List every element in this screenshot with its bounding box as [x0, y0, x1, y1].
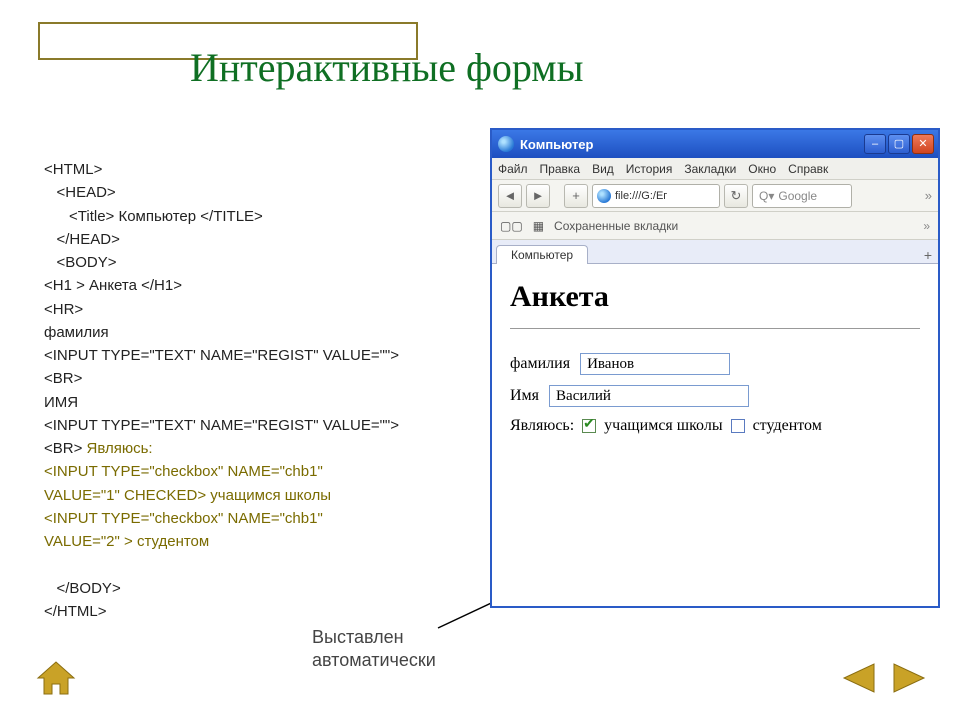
window-titlebar: Компьютер – ▢ ✕: [492, 130, 938, 158]
saved-tabs-label[interactable]: Сохраненные вкладки: [554, 219, 678, 233]
browser-tab[interactable]: Компьютер: [496, 245, 588, 264]
checkbox-school[interactable]: [582, 419, 596, 433]
name-input[interactable]: [549, 385, 749, 407]
checkbox-student[interactable]: [731, 419, 745, 433]
code-line: [44, 553, 474, 576]
globe-icon: [597, 189, 611, 203]
code-line: <H1 > Анкета </H1>: [44, 274, 474, 297]
menu-bar: Файл Правка Вид История Закладки Окно Сп…: [492, 158, 938, 180]
menu-file[interactable]: Файл: [498, 162, 528, 176]
code-line: <BR>: [44, 367, 474, 390]
grid-icon: ▦: [533, 219, 544, 233]
search-box[interactable]: Q▾ Google: [752, 184, 852, 208]
menu-edit[interactable]: Правка: [540, 162, 581, 176]
code-line: <HTML>: [44, 158, 474, 181]
prev-slide-button[interactable]: [838, 660, 878, 696]
search-placeholder: Google: [778, 189, 817, 203]
code-line: фамилия: [44, 321, 474, 344]
code-line: <INPUT TYPE="TEXT' NAME="REGIST" VALUE="…: [44, 414, 474, 437]
code-line: </HEAD>: [44, 228, 474, 251]
name-label: Имя: [510, 387, 539, 405]
iam-label: Являюсь:: [510, 417, 574, 435]
address-bar[interactable]: file:///G:/Ег: [592, 184, 720, 208]
maximize-button[interactable]: ▢: [888, 134, 910, 154]
new-tab-button[interactable]: +: [564, 184, 588, 208]
next-slide-button[interactable]: [890, 660, 930, 696]
code-line: </HTML>: [44, 600, 474, 623]
back-button[interactable]: ◄: [498, 184, 522, 208]
bookmarks-toolbar: ▢▢ ▦ Сохраненные вкладки »: [492, 212, 938, 240]
code-listing: <HTML> <HEAD> <Title> Компьютер </TITLE>…: [44, 158, 474, 623]
annotation-caption: Выставлен автоматически: [312, 626, 436, 673]
code-line: <HEAD>: [44, 181, 474, 204]
code-line: </BODY>: [44, 577, 474, 600]
menu-history[interactable]: История: [626, 162, 673, 176]
menu-help[interactable]: Справк: [788, 162, 828, 176]
page-content: Анкета фамилия Имя Являюсь: учащимся шко…: [492, 264, 938, 461]
checkbox-student-label: студентом: [753, 417, 822, 435]
code-line: VALUE="2" > студентом: [44, 530, 474, 553]
forward-button[interactable]: ►: [526, 184, 550, 208]
code-line: <BODY>: [44, 251, 474, 274]
add-tab-button[interactable]: +: [924, 247, 932, 263]
tab-bar: Компьютер +: [492, 240, 938, 264]
code-line: <BR> Являюсь:: [44, 437, 474, 460]
code-line: <HR>: [44, 298, 474, 321]
code-line: <INPUT TYPE="TEXT' NAME="REGIST" VALUE="…: [44, 344, 474, 367]
checkbox-school-label: учащимся школы: [604, 417, 722, 435]
code-line: <INPUT TYPE="checkbox" NAME="chb1": [44, 507, 474, 530]
close-button[interactable]: ✕: [912, 134, 934, 154]
divider: [510, 328, 920, 329]
reload-button[interactable]: ↻: [724, 184, 748, 208]
minimize-button[interactable]: –: [864, 134, 886, 154]
url-text: file:///G:/Ег: [615, 190, 667, 202]
code-line: ИМЯ: [44, 391, 474, 414]
search-icon: Q▾: [759, 189, 774, 203]
menu-bookmarks[interactable]: Закладки: [684, 162, 736, 176]
surname-input[interactable]: [580, 353, 730, 375]
book-icon: ▢▢: [500, 219, 523, 233]
code-line: <INPUT TYPE="checkbox" NAME="chb1": [44, 460, 474, 483]
page-heading: Анкета: [510, 280, 920, 314]
menu-window[interactable]: Окно: [748, 162, 776, 176]
surname-label: фамилия: [510, 355, 570, 373]
menu-view[interactable]: Вид: [592, 162, 614, 176]
browser-window: Компьютер – ▢ ✕ Файл Правка Вид История …: [490, 128, 940, 608]
window-title: Компьютер: [520, 137, 864, 152]
app-icon: [498, 136, 514, 152]
nav-toolbar: ◄ ► + file:///G:/Ег ↻ Q▾ Google »: [492, 180, 938, 212]
code-line: VALUE="1" CHECKED> учащимся школы: [44, 484, 474, 507]
home-button[interactable]: [34, 658, 78, 698]
code-line: <Title> Компьютер </TITLE>: [44, 205, 474, 228]
overflow-button[interactable]: »: [923, 219, 930, 233]
slide-title: Интерактивные формы: [190, 44, 584, 91]
overflow-button[interactable]: »: [925, 188, 932, 203]
